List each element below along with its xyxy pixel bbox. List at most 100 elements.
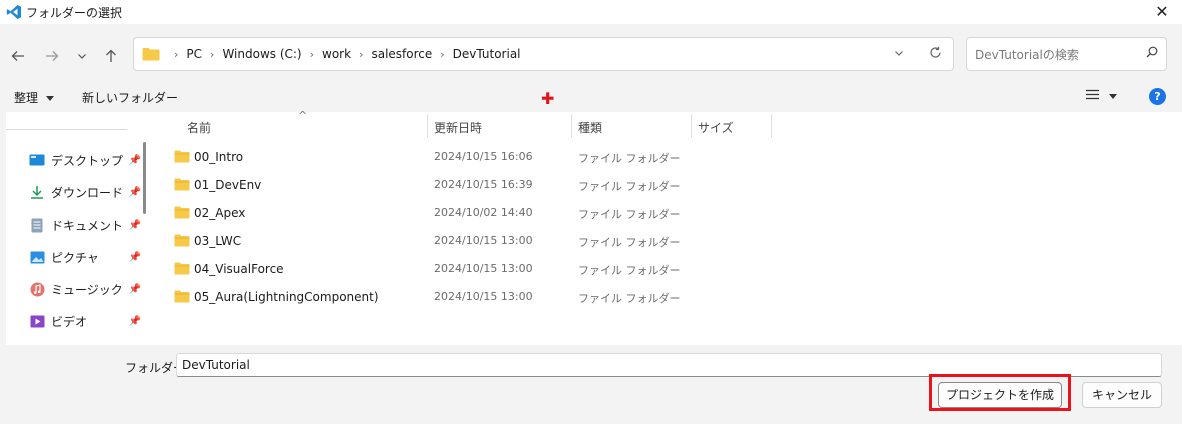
- row-name: 01_DevEnv: [194, 178, 262, 192]
- pin-icon: 📌: [128, 219, 141, 231]
- table-row[interactable]: 02_Apex 2024/10/02 14:40 ファイル フォルダー: [172, 203, 772, 223]
- new-folder-button[interactable]: 新しいフォルダー: [82, 89, 178, 106]
- row-type: ファイル フォルダー: [578, 236, 681, 249]
- sidebar-item-videos[interactable]: ビデオ 📌: [29, 311, 141, 331]
- column-divider[interactable]: [571, 114, 572, 138]
- title-bar: フォルダーの選択 ✕: [0, 0, 1182, 24]
- forward-button[interactable]: [40, 44, 64, 68]
- row-type: ファイル フォルダー: [578, 292, 681, 305]
- column-header-name[interactable]: 名前: [187, 119, 211, 136]
- music-icon: [29, 281, 45, 297]
- breadcrumb-windows-c[interactable]: Windows (C:): [222, 47, 301, 61]
- folder-icon: [174, 178, 190, 191]
- search-button[interactable]: [1138, 46, 1166, 62]
- address-bar[interactable]: › PC › Windows (C:) › work › salesforce …: [133, 37, 954, 71]
- window-title: フォルダーの選択: [26, 5, 123, 20]
- table-row[interactable]: 03_LWC 2024/10/15 13:00 ファイル フォルダー: [172, 231, 772, 251]
- sidebar-item-pictures[interactable]: ピクチャ 📌: [29, 247, 141, 267]
- row-type: ファイル フォルダー: [578, 208, 681, 221]
- column-divider[interactable]: [427, 114, 428, 138]
- caret-down-icon: [45, 96, 54, 101]
- search-box[interactable]: DevTutorialの検索: [966, 37, 1167, 71]
- row-date: 2024/10/15 13:00: [434, 234, 533, 247]
- recent-locations-button[interactable]: [70, 44, 94, 68]
- table-row[interactable]: 04_VisualForce 2024/10/15 13:00 ファイル フォル…: [172, 259, 772, 279]
- pin-icon: 📌: [128, 283, 141, 295]
- organize-menu[interactable]: 整理: [14, 89, 54, 106]
- up-button[interactable]: [99, 44, 123, 68]
- sidebar-item-documents[interactable]: ドキュメント 📌: [29, 215, 141, 235]
- search-icon: [1146, 46, 1158, 58]
- row-name: 04_VisualForce: [194, 262, 284, 276]
- pin-icon: 📌: [128, 251, 141, 263]
- sidebar-item-label: ドキュメント: [51, 218, 124, 233]
- navigation-pane: デスクトップ 📌 ダウンロード 📌 ドキュメント 📌 ピクチャ 📌 ミュージック…: [6, 112, 152, 345]
- table-row[interactable]: 01_DevEnv 2024/10/15 16:39 ファイル フォルダー: [172, 175, 772, 195]
- view-options-button[interactable]: [1086, 88, 1118, 104]
- breadcrumb-work[interactable]: work: [322, 47, 351, 61]
- table-row[interactable]: 00_Intro 2024/10/15 16:06 ファイル フォルダー: [172, 147, 772, 167]
- row-date: 2024/10/15 16:39: [434, 178, 533, 191]
- pin-icon: 📌: [128, 315, 141, 327]
- command-bar: 整理 新しいフォルダー ?: [0, 82, 1182, 112]
- row-type: ファイル フォルダー: [578, 180, 681, 193]
- navigation-bar: › PC › Windows (C:) › work › salesforce …: [0, 24, 1182, 82]
- sidebar-item-desktop[interactable]: デスクトップ 📌: [29, 150, 141, 170]
- file-list: ^ 名前 更新日時 種類 サイズ 00_Intro 2024/10/15 16:…: [152, 109, 1182, 345]
- download-icon: [29, 184, 45, 200]
- sidebar-item-label: ミュージック: [51, 282, 123, 297]
- sidebar-scrollbar[interactable]: [143, 142, 146, 214]
- refresh-icon: [929, 46, 941, 58]
- breadcrumb-separator: ›: [309, 47, 315, 61]
- folder-icon: [174, 290, 190, 303]
- row-date: 2024/10/15 13:00: [434, 290, 533, 303]
- document-icon: [29, 217, 45, 233]
- breadcrumb-separator: ›: [359, 47, 364, 61]
- folder-icon: [174, 150, 190, 163]
- search-input[interactable]: DevTutorialの検索: [975, 46, 1138, 63]
- column-divider[interactable]: [771, 114, 772, 138]
- row-name: 03_LWC: [194, 234, 242, 248]
- address-history-dropdown[interactable]: [881, 47, 917, 62]
- row-name: 00_Intro: [194, 150, 244, 164]
- folder-icon: [142, 48, 160, 61]
- row-date: 2024/10/15 16:06: [434, 150, 533, 163]
- cancel-button[interactable]: キャンセル: [1082, 382, 1162, 408]
- address-actions: [881, 38, 953, 70]
- picture-icon: [29, 249, 45, 265]
- sidebar-item-label: デスクトップ: [51, 153, 124, 168]
- pin-icon: 📌: [128, 154, 141, 166]
- sidebar-item-label: ピクチャ: [51, 250, 99, 265]
- pin-icon: 📌: [128, 186, 141, 198]
- column-header-date[interactable]: 更新日時: [434, 119, 482, 136]
- sidebar-divider: [6, 129, 127, 130]
- folder-icon: [174, 262, 190, 275]
- help-button[interactable]: ?: [1149, 88, 1166, 105]
- close-button[interactable]: ✕: [1152, 2, 1172, 22]
- caret-down-icon: [1109, 94, 1118, 99]
- column-divider[interactable]: [691, 114, 692, 138]
- table-row[interactable]: 05_Aura(LightningComponent) 2024/10/15 1…: [172, 287, 772, 307]
- back-button[interactable]: [6, 44, 30, 68]
- breadcrumb-pc[interactable]: PC: [186, 47, 202, 61]
- arrow-up-icon: [106, 49, 116, 62]
- breadcrumb-separator: ›: [210, 47, 215, 61]
- folder-icon: [174, 206, 190, 219]
- breadcrumb-separator: ›: [174, 47, 179, 61]
- chevron-down-icon: [895, 50, 903, 56]
- sidebar-item-downloads[interactable]: ダウンロード 📌: [29, 182, 141, 202]
- organize-label: 整理: [14, 91, 39, 105]
- row-name: 02_Apex: [194, 206, 246, 220]
- highlight-box: [929, 374, 1071, 411]
- breadcrumb-devtutorial[interactable]: DevTutorial: [453, 47, 521, 61]
- column-header-type[interactable]: 種類: [578, 119, 602, 136]
- row-type: ファイル フォルダー: [578, 152, 681, 165]
- breadcrumb-salesforce[interactable]: salesforce: [371, 47, 432, 61]
- arrow-left-icon: [11, 51, 24, 61]
- video-icon: [29, 313, 45, 329]
- refresh-button[interactable]: [917, 46, 953, 63]
- sidebar-item-music[interactable]: ミュージック 📌: [29, 279, 141, 299]
- chevron-down-icon: [78, 54, 86, 59]
- sidebar-item-label: ビデオ: [51, 314, 88, 329]
- column-header-size[interactable]: サイズ: [698, 119, 734, 136]
